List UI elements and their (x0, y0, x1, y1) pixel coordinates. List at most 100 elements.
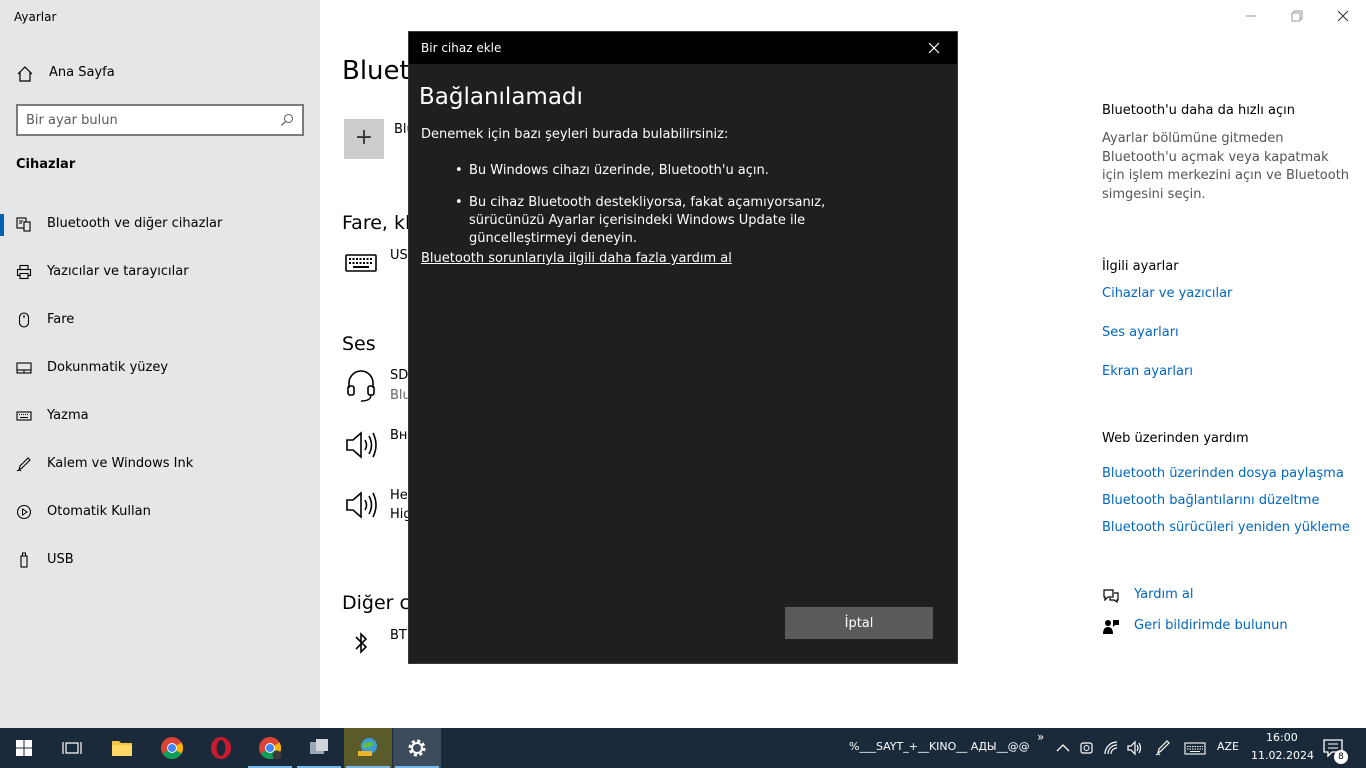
link-sound-settings[interactable]: Ses ayarları (1102, 325, 1179, 340)
sidebar-item-label: Fare (47, 312, 75, 327)
cancel-button[interactable]: İptal (785, 607, 933, 639)
volume-icon[interactable] (1126, 739, 1144, 757)
sidebar-item-pen[interactable]: Kalem ve Windows Ink (0, 440, 320, 488)
bluetooth-devices-icon (16, 217, 31, 232)
opera-icon (211, 737, 231, 759)
search-input[interactable] (26, 111, 266, 129)
plus-icon: + (354, 125, 374, 150)
file-explorer-button[interactable] (98, 728, 146, 768)
pen-workspace-icon[interactable] (1154, 739, 1172, 757)
active-indicator (0, 214, 4, 236)
section-mouse-keyboard: Fare, klavye ve kalem (342, 212, 408, 234)
wifi-icon[interactable] (1102, 739, 1120, 757)
sidebar-item-typing[interactable]: Yazma (0, 392, 320, 440)
home-link[interactable]: Ana Sayfa (0, 58, 320, 90)
speaker-icon (346, 431, 377, 459)
speaker-icon (346, 491, 377, 519)
sidebar-nav: Bluetooth ve diğer cihazlar Yazıcılar ve… (0, 200, 320, 584)
tray-toolbar-label[interactable]: %___SAYT_+__KINO__ АДЫ__@@ (849, 740, 1030, 753)
dialog-title: Bir cihaz ekle (421, 41, 502, 55)
add-device-dialog: Bir cihaz ekle Bağlanılamadı Denemek içi… (408, 31, 958, 664)
touchpad-icon (16, 362, 32, 374)
dialog-titlebar: Bir cihaz ekle (409, 32, 957, 64)
pen-icon (16, 457, 31, 472)
home-label: Ana Sayfa (49, 65, 115, 80)
sidebar-item-bluetooth[interactable]: Bluetooth ve diğer cihazlar (0, 200, 320, 248)
restore-icon (1291, 10, 1303, 22)
section-audio: Ses (342, 333, 376, 355)
close-button[interactable] (1320, 0, 1366, 32)
close-icon (1337, 10, 1349, 22)
sidebar-item-label: Yazma (47, 408, 89, 423)
feedback-link[interactable]: Geri bildirimde bulunun (1134, 618, 1288, 633)
dialog-tips: Bu Windows cihazı üzerinde, Bluetooth'u … (455, 162, 895, 262)
web-heading: Web üzerinden yardım (1102, 431, 1249, 446)
app-6-button[interactable] (295, 728, 343, 768)
opera-button[interactable] (197, 728, 245, 768)
sidebar: Ayarlar Ana Sayfa Cihazlar Bluetooth ve … (0, 0, 320, 728)
related-heading: İlgili ayarlar (1102, 259, 1179, 274)
settings-app-button[interactable] (393, 728, 441, 768)
bluetooth-icon (355, 632, 368, 654)
section-title: Cihazlar (16, 157, 76, 172)
headset-icon (347, 370, 375, 402)
mouse-icon (18, 312, 30, 328)
sidebar-item-label: Yazıcılar ve tarayıcılar (47, 264, 189, 279)
toolbar-overflow-icon[interactable]: » (1037, 730, 1044, 744)
dialog-heading: Bağlanılamadı (419, 84, 583, 110)
dialog-close-button[interactable] (911, 32, 957, 64)
chrome-button[interactable] (148, 728, 196, 768)
keyboard-device-icon (345, 254, 377, 272)
home-icon (17, 66, 33, 82)
app-title: Ayarlar (14, 10, 57, 24)
sidebar-item-mouse[interactable]: Fare (0, 296, 320, 344)
task-view-button[interactable] (48, 728, 96, 768)
feedback-icon (1103, 620, 1119, 634)
link-fix-connections[interactable]: Bluetooth bağlantılarını düzeltme (1102, 493, 1319, 508)
device-bt[interactable]: BT (390, 628, 408, 643)
device-he-name[interactable]: He (390, 488, 408, 503)
start-button[interactable] (0, 728, 48, 768)
link-file-sharing[interactable]: Bluetooth üzerinden dosya paylaşma (1102, 466, 1344, 481)
printer-icon (16, 264, 32, 280)
search-icon (281, 113, 294, 126)
quick-text: Ayarlar bölümüne gitmeden Bluetooth'u aç… (1102, 131, 1350, 202)
windows-logo-icon (16, 740, 32, 756)
clock-time[interactable]: 16:00 (1266, 731, 1298, 744)
chevron-up-icon[interactable] (1054, 739, 1072, 757)
sidebar-item-usb[interactable]: USB (0, 536, 320, 584)
get-help-link[interactable]: Yardım al (1134, 587, 1193, 602)
clock-date[interactable]: 11.02.2024 (1251, 749, 1314, 762)
close-icon (928, 42, 940, 54)
language-indicator[interactable]: AZE (1217, 740, 1239, 753)
taskbar: %___SAYT_+__KINO__ АДЫ__@@ » AZE 16:00 1… (0, 728, 1366, 768)
link-display-settings[interactable]: Ekran ayarları (1102, 364, 1193, 379)
page-title: Bluetooth (342, 56, 408, 86)
autoplay-icon (16, 504, 32, 520)
link-reinstall-drivers[interactable]: Bluetooth sürücüleri yeniden yükleme (1102, 520, 1350, 535)
bluetooth-help-link[interactable]: Bluetooth sorunlarıyla ilgili daha fazla… (421, 251, 732, 266)
add-device-button[interactable]: + (344, 119, 384, 159)
app-7-button[interactable] (344, 728, 392, 768)
app-window-icon (310, 739, 328, 754)
sidebar-item-touchpad[interactable]: Dokunmatik yüzey (0, 344, 320, 392)
touch-keyboard-icon[interactable] (1184, 739, 1206, 757)
add-device-label: Bluetooth (394, 122, 408, 137)
camera-icon[interactable] (1078, 739, 1096, 757)
settings-search[interactable] (16, 104, 304, 136)
sidebar-item-printers[interactable]: Yazıcılar ve tarayıcılar (0, 248, 320, 296)
globe-download-icon (358, 738, 377, 756)
sidebar-item-label: Kalem ve Windows Ink (47, 456, 194, 471)
device-sd-status: Blu (390, 388, 408, 403)
device-sd-name[interactable]: SD (390, 368, 408, 383)
usb-icon (20, 552, 28, 568)
device-usb[interactable]: USB (390, 248, 408, 263)
restore-button[interactable] (1274, 0, 1320, 32)
chrome-profile-button[interactable] (246, 728, 294, 768)
minimize-button[interactable] (1228, 0, 1274, 32)
sidebar-item-label: Dokunmatik yüzey (47, 360, 169, 375)
link-devices-printers[interactable]: Cihazlar ve yazıcılar (1102, 286, 1232, 301)
keyboard-icon (16, 411, 32, 421)
quick-heading: Bluetooth'u daha da hızlı açın (1102, 103, 1295, 118)
sidebar-item-autoplay[interactable]: Otomatik Kullan (0, 488, 320, 536)
